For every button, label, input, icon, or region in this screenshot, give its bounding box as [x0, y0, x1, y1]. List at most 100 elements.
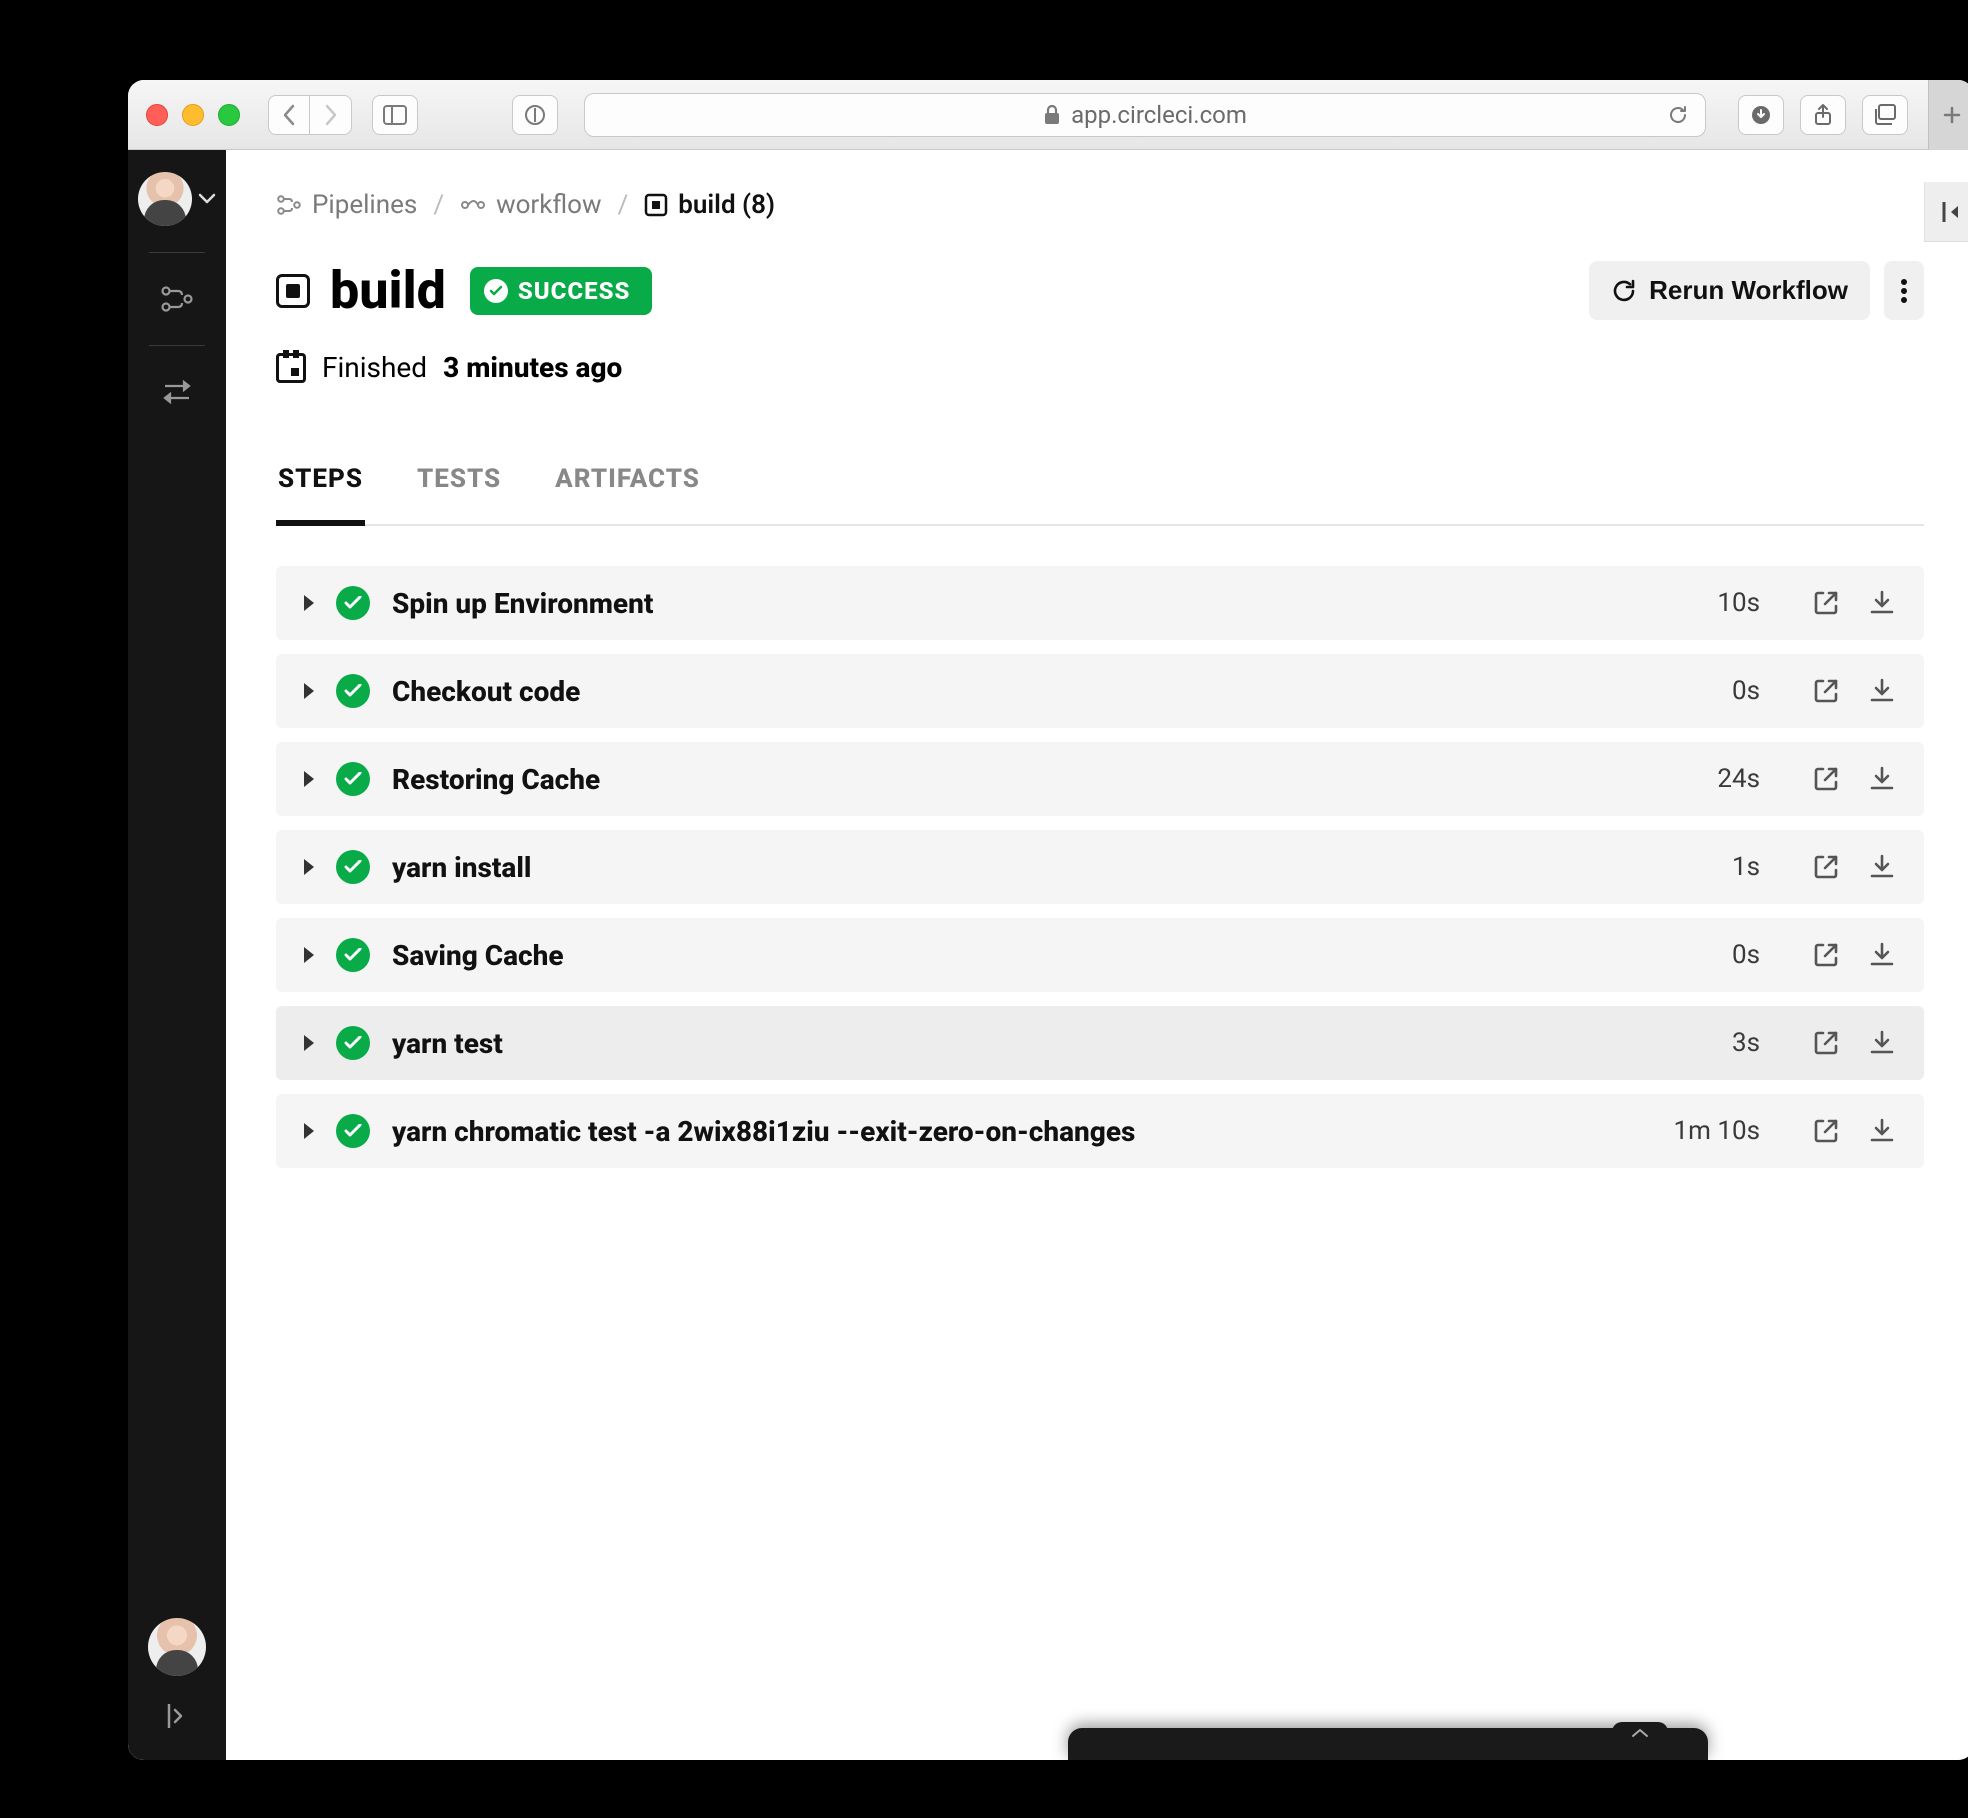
caret-right-icon [304, 683, 314, 699]
avatar [138, 172, 192, 226]
step-name: Saving Cache [392, 939, 564, 972]
download-icon[interactable] [1868, 941, 1896, 969]
step-row[interactable]: yarn chromatic test -a 2wix88i1ziu --exi… [276, 1094, 1924, 1168]
nav-back-forward [268, 95, 352, 135]
step-row[interactable]: Checkout code 0s [276, 654, 1924, 728]
rerun-workflow-button[interactable]: Rerun Workflow [1589, 261, 1870, 320]
step-name: Spin up Environment [392, 587, 653, 620]
open-external-icon[interactable] [1812, 1029, 1840, 1057]
minimize-window-button[interactable] [182, 104, 204, 126]
success-icon [336, 938, 370, 972]
tab-steps[interactable]: STEPS [276, 464, 365, 526]
user-avatar[interactable] [148, 1618, 206, 1676]
lock-icon [1043, 104, 1061, 126]
expand-sidebar-button[interactable] [165, 1702, 189, 1730]
new-tab-button[interactable] [1928, 80, 1968, 150]
collapse-panel-button[interactable] [1924, 182, 1968, 242]
open-external-icon[interactable] [1812, 853, 1840, 881]
tab-artifacts[interactable]: ARTIFACTS [553, 464, 702, 524]
workflow-icon [460, 195, 486, 215]
step-row[interactable]: Spin up Environment 10s [276, 566, 1924, 640]
breadcrumb-separator: / [433, 190, 444, 220]
downloads-button[interactable] [1738, 95, 1784, 135]
open-external-icon[interactable] [1812, 589, 1840, 617]
open-external-icon[interactable] [1812, 941, 1840, 969]
traffic-lights [146, 104, 240, 126]
browser-toolbar: app.circleci.com [128, 80, 1968, 150]
pipelines-nav-icon[interactable] [157, 279, 197, 319]
job-title-text: build [330, 260, 446, 321]
step-duration: 0s [1732, 940, 1760, 970]
finished-row: Finished 3 minutes ago [276, 351, 1924, 384]
caret-right-icon [304, 1123, 314, 1139]
open-external-icon[interactable] [1812, 1117, 1840, 1145]
step-row[interactable]: yarn install 1s [276, 830, 1924, 904]
toolbar-right [1732, 95, 1908, 135]
breadcrumb-workflow[interactable]: workflow [460, 190, 602, 220]
open-external-icon[interactable] [1812, 765, 1840, 793]
tab-tests[interactable]: TESTS [415, 464, 503, 524]
main-content: Pipelines / workflow / build (8) [226, 150, 1968, 1760]
download-icon[interactable] [1868, 677, 1896, 705]
sidebar-toggle-button[interactable] [372, 95, 418, 135]
step-name: Checkout code [392, 675, 580, 708]
step-actions [1812, 1117, 1896, 1145]
forward-button[interactable] [310, 95, 352, 135]
share-button[interactable] [1800, 95, 1846, 135]
step-actions [1812, 765, 1896, 793]
download-icon[interactable] [1868, 589, 1896, 617]
caret-right-icon [304, 947, 314, 963]
tabs-button[interactable] [1862, 95, 1908, 135]
title-row: build SUCCESS Rerun Workflow [276, 260, 1924, 321]
breadcrumb-pipelines[interactable]: Pipelines [276, 190, 417, 220]
step-actions [1812, 853, 1896, 881]
step-row[interactable]: Restoring Cache 24s [276, 742, 1924, 816]
back-button[interactable] [268, 95, 310, 135]
step-duration: 1m 10s [1673, 1116, 1760, 1146]
bottom-drawer[interactable] [1068, 1728, 1708, 1760]
step-name: yarn chromatic test -a 2wix88i1ziu --exi… [392, 1115, 1135, 1148]
step-actions [1812, 677, 1896, 705]
org-switcher[interactable] [138, 172, 216, 226]
open-external-icon[interactable] [1812, 677, 1840, 705]
divider [149, 345, 205, 346]
step-name: yarn install [392, 851, 531, 884]
breadcrumb-current: build (8) [644, 190, 775, 220]
step-duration: 1s [1732, 852, 1760, 882]
finished-time: 3 minutes ago [443, 351, 622, 384]
more-actions-button[interactable] [1884, 261, 1924, 320]
address-bar[interactable]: app.circleci.com [584, 93, 1706, 137]
caret-right-icon [304, 859, 314, 875]
chevron-up-icon [1612, 1722, 1668, 1744]
job-title: build [276, 260, 446, 321]
job-icon [276, 274, 310, 308]
chevron-down-icon [198, 193, 216, 205]
breadcrumb: Pipelines / workflow / build (8) [276, 190, 1924, 220]
breadcrumb-label: build (8) [678, 190, 775, 220]
reload-button[interactable] [1667, 104, 1689, 126]
maximize-window-button[interactable] [218, 104, 240, 126]
step-actions [1812, 941, 1896, 969]
divider [149, 252, 205, 253]
success-icon [336, 762, 370, 796]
download-icon[interactable] [1868, 1117, 1896, 1145]
pipelines-icon [276, 194, 302, 216]
job-icon [644, 193, 668, 217]
title-actions: Rerun Workflow [1589, 261, 1924, 320]
workflows-nav-icon[interactable] [157, 372, 197, 412]
download-icon[interactable] [1868, 1029, 1896, 1057]
download-icon[interactable] [1868, 853, 1896, 881]
step-row[interactable]: yarn test 3s [276, 1006, 1924, 1080]
close-window-button[interactable] [146, 104, 168, 126]
step-row[interactable]: Saving Cache 0s [276, 918, 1924, 992]
breadcrumb-separator: / [618, 190, 629, 220]
step-duration: 0s [1732, 676, 1760, 706]
calendar-icon [276, 353, 306, 383]
success-icon [336, 1114, 370, 1148]
breadcrumb-label: Pipelines [312, 190, 417, 220]
download-icon[interactable] [1868, 765, 1896, 793]
browser-window: app.circleci.com [128, 80, 1968, 1760]
step-duration: 24s [1717, 764, 1760, 794]
privacy-button[interactable] [512, 95, 558, 135]
kebab-icon [1900, 278, 1908, 304]
